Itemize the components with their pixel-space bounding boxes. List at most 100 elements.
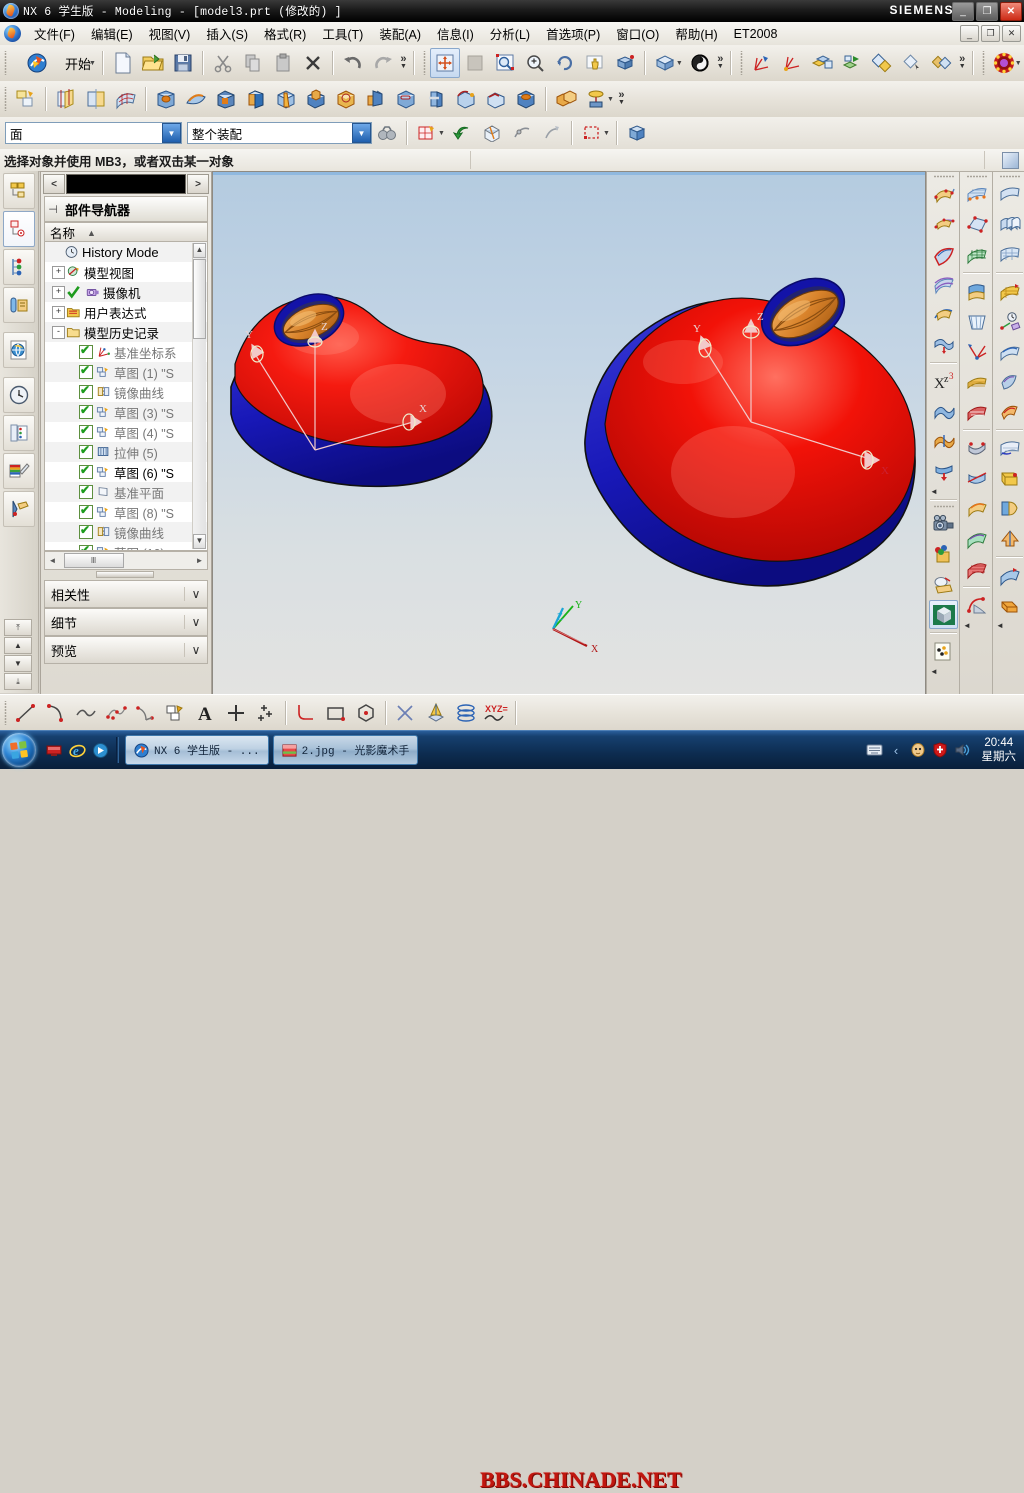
feature-checkbox[interactable] — [79, 383, 93, 399]
tree-scroll-up-button[interactable]: ▲ — [193, 243, 206, 258]
line-button[interactable] — [11, 698, 41, 728]
stage-button[interactable] — [929, 570, 958, 599]
extrude-surface-button[interactable] — [962, 277, 991, 306]
select-general-button[interactable] — [372, 118, 402, 148]
enlarge-button[interactable] — [962, 494, 991, 523]
slot-button[interactable] — [391, 84, 421, 114]
deviation-gauge-button[interactable] — [995, 307, 1024, 336]
studio-spline-button[interactable] — [101, 698, 131, 728]
curve-rule-button[interactable] — [507, 118, 537, 148]
zoom-in-out-button[interactable] — [520, 48, 550, 78]
scope-filter-dropdown-icon[interactable]: ▼ — [352, 123, 371, 143]
feature-checkbox[interactable] — [79, 523, 93, 539]
keyboard-icon[interactable] — [866, 742, 883, 759]
perspective-button[interactable] — [610, 48, 640, 78]
history-button[interactable] — [3, 377, 35, 413]
mesh-surface-button[interactable] — [111, 84, 141, 114]
law-curve-button[interactable] — [962, 591, 991, 620]
task-image[interactable]: 2.jpg - 光影魔术手 — [272, 735, 419, 765]
bend-button[interactable] — [995, 591, 1024, 620]
bridge-surface-button[interactable] — [929, 457, 958, 486]
tree-row[interactable]: + 模型视图 — [45, 262, 207, 282]
sketch-task-button[interactable] — [81, 84, 111, 114]
media-player-icon[interactable] — [91, 741, 110, 760]
transition-button[interactable] — [929, 330, 958, 359]
tree-row[interactable]: 草图 (1) "S — [45, 362, 207, 382]
chamfer-button[interactable] — [481, 84, 511, 114]
menu-item-information[interactable]: 信息(I) — [429, 22, 482, 45]
show-desktop-icon[interactable] — [45, 741, 64, 760]
taskbar-clock[interactable]: 20:44 星期六 — [976, 736, 1023, 764]
tree-row[interactable]: + 摄像机 — [45, 282, 207, 302]
tree-row[interactable]: 镜像曲线 — [45, 382, 207, 402]
tree-row[interactable]: 草图 (4) "S — [45, 422, 207, 442]
cut-button[interactable] — [208, 48, 238, 78]
ruled-surface-button[interactable] — [962, 307, 991, 336]
wcs-dynamics-button[interactable] — [747, 48, 777, 78]
type-filter-combo[interactable]: 面 ▼ — [5, 122, 182, 144]
tree-vertical-scrollbar[interactable]: ▲ ▼ — [192, 243, 206, 549]
tree-expander[interactable]: + — [52, 265, 65, 279]
soft-blend-button[interactable] — [995, 367, 1024, 396]
pan-button[interactable] — [580, 48, 610, 78]
resource-scroll-up-button[interactable]: ▲ — [4, 637, 32, 654]
feature-checkbox[interactable] — [79, 483, 93, 499]
mesh-sheet-button[interactable] — [995, 240, 1024, 269]
bounded-plane-button[interactable] — [962, 397, 991, 426]
feature-checkbox[interactable] — [79, 463, 93, 479]
pocket-button[interactable] — [331, 84, 361, 114]
fit-curve-button[interactable] — [929, 210, 958, 239]
section-surface-button[interactable] — [929, 427, 958, 456]
tree-row[interactable]: 拉伸 (5) — [45, 442, 207, 462]
hscroll-left-button[interactable]: ◄ — [45, 556, 60, 565]
zoom-region-button[interactable] — [490, 48, 520, 78]
redo-button[interactable] — [368, 48, 398, 78]
doc-close-button[interactable]: ✕ — [1002, 25, 1021, 42]
section-preview[interactable]: 预览 ∨ — [44, 636, 208, 664]
style-blend-button[interactable] — [995, 397, 1024, 426]
start-menu-button[interactable] — [2, 733, 36, 767]
raytrace-button[interactable] — [929, 637, 958, 666]
web-browser-button[interactable] — [3, 332, 35, 368]
tree-column-header[interactable]: 名称 ▲ — [44, 222, 208, 243]
panel-width-slider[interactable]: < > — [43, 174, 209, 194]
rectangle-select-button[interactable] — [577, 118, 607, 148]
wcs-origin-button[interactable] — [777, 48, 807, 78]
pin-icon[interactable]: ⊣ — [45, 203, 61, 216]
tray-expand-icon[interactable]: ‹ — [888, 742, 905, 759]
polygon-button[interactable] — [351, 698, 381, 728]
toolbar-overflow-button[interactable]: » ▼ — [400, 54, 407, 71]
fit-view-button[interactable] — [429, 48, 460, 78]
tree-row[interactable]: - 模型历史记录 — [45, 322, 207, 342]
feature-checkbox[interactable] — [79, 503, 93, 519]
feature-toolbar-overflow[interactable]: » ▼ — [618, 90, 625, 107]
feature-checkbox[interactable] — [79, 443, 93, 459]
open-file-button[interactable] — [138, 48, 168, 78]
feature-checkbox[interactable] — [79, 403, 93, 419]
snap-point-button[interactable] — [412, 118, 442, 148]
part-navigator-tree[interactable]: History Mode + 模型视图 + 摄像机 + 用户表达式 - 模型历史… — [44, 241, 208, 551]
point-cloud-button[interactable] — [962, 240, 991, 269]
from-poles-button[interactable] — [962, 210, 991, 239]
engineering-wizard-button[interactable] — [3, 287, 35, 323]
palette-grip[interactable] — [966, 174, 987, 179]
hscroll-thumb[interactable]: Ⅲ — [64, 553, 124, 568]
panel-slider-track[interactable] — [66, 174, 186, 194]
menu-item-et2008[interactable]: ET2008 — [726, 25, 786, 43]
save-button[interactable] — [168, 48, 198, 78]
sketch-curve-button[interactable] — [161, 698, 191, 728]
edge-blend-button[interactable] — [451, 84, 481, 114]
palette-grip[interactable] — [933, 504, 954, 509]
scope-filter-combo[interactable]: 整个装配 ▼ — [187, 122, 372, 144]
palette3-overflow-icon[interactable]: ◄ — [993, 621, 1024, 630]
resource-scroll-bottom-button[interactable]: ⤓ — [4, 673, 32, 690]
palette-grip[interactable] — [999, 174, 1020, 179]
menu-item-format[interactable]: 格式(R) — [256, 22, 314, 45]
graphics-viewport[interactable]: Z X Y Z X Y Z X Y — [212, 171, 926, 695]
panel-slider-right-button[interactable]: > — [187, 174, 209, 194]
feature-checkbox[interactable] — [79, 343, 93, 359]
et2008-button[interactable] — [989, 48, 1019, 78]
layer-visible-button[interactable] — [897, 48, 927, 78]
face-select-button[interactable] — [477, 118, 507, 148]
drape-button[interactable] — [995, 524, 1024, 553]
